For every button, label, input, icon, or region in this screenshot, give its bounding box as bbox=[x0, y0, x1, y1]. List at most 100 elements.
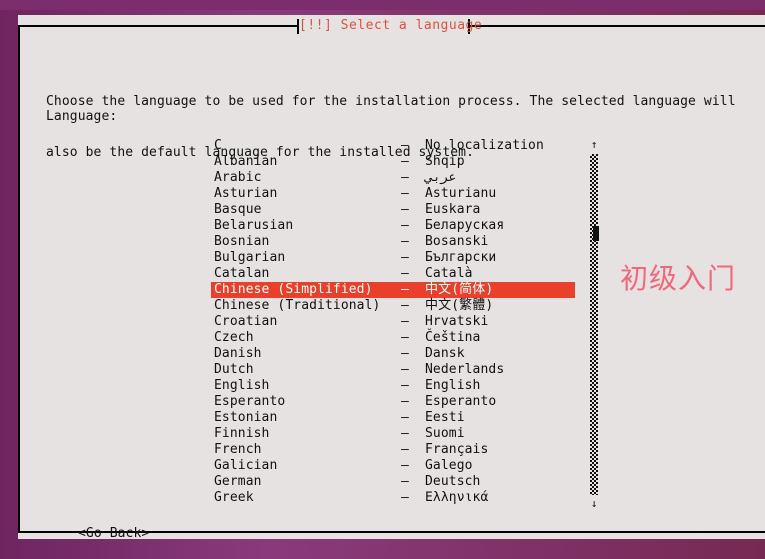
language-name-english: Albanian bbox=[214, 154, 278, 169]
language-separator: – bbox=[401, 266, 409, 281]
language-name-english: Greek bbox=[214, 490, 254, 505]
language-separator: – bbox=[401, 458, 409, 473]
language-name-english: Croatian bbox=[214, 314, 278, 329]
language-name-english: Bulgarian bbox=[214, 250, 286, 265]
language-name-native: English bbox=[425, 378, 481, 393]
language-name-english: Dutch bbox=[214, 362, 254, 377]
language-list-item[interactable]: Bosnian – Bosanski bbox=[211, 234, 575, 250]
language-separator: – bbox=[401, 378, 409, 393]
language-separator: – bbox=[401, 218, 409, 233]
language-list-item[interactable]: Galician – Galego bbox=[211, 458, 575, 474]
language-list-item[interactable]: Basque – Euskara bbox=[211, 202, 575, 218]
language-separator: – bbox=[401, 138, 409, 153]
language-list[interactable]: C – No localization Albanian – Shqip Arabic – عر… bbox=[211, 138, 575, 511]
language-name-native: Български bbox=[425, 250, 497, 265]
language-name-english: Finnish bbox=[214, 426, 270, 441]
dialog-title: [!!] Select a language bbox=[299, 18, 483, 33]
language-name-native: Hrvatski bbox=[425, 314, 489, 329]
language-name-native: Français bbox=[425, 442, 489, 457]
language-name-native: Asturianu bbox=[425, 186, 497, 201]
language-list-item[interactable]: Arabic – عربي bbox=[211, 170, 575, 186]
language-list-item[interactable]: Bulgarian – Български bbox=[211, 250, 575, 266]
language-field-label: Language: bbox=[46, 109, 118, 124]
language-separator: – bbox=[401, 314, 409, 329]
language-list-item[interactable]: Catalan – Català bbox=[211, 266, 575, 282]
language-name-native: Suomi bbox=[425, 426, 465, 441]
language-list-item[interactable]: Chinese (Traditional) – 中文(繁體) bbox=[211, 298, 575, 314]
scrollbar-track[interactable] bbox=[590, 154, 602, 495]
language-list-item[interactable]: Croatian – Hrvatski bbox=[211, 314, 575, 330]
language-list-item[interactable]: Esperanto – Esperanto bbox=[211, 394, 575, 410]
language-separator: – bbox=[401, 282, 409, 297]
dialog-border-top-right bbox=[470, 25, 765, 27]
language-separator: – bbox=[401, 490, 409, 505]
language-separator: – bbox=[401, 474, 409, 489]
language-name-english: Arabic bbox=[214, 170, 262, 185]
language-separator: – bbox=[401, 362, 409, 377]
scroll-down-arrow-icon[interactable]: ↓ bbox=[588, 497, 600, 511]
watermark-text: 初级入门 bbox=[620, 262, 737, 295]
language-name-english: Galician bbox=[214, 458, 278, 473]
language-list-item[interactable]: English – English bbox=[211, 378, 575, 394]
language-name-native: 中文(简体) bbox=[425, 282, 494, 297]
dialog-border-left bbox=[18, 25, 20, 533]
language-name-native: Dansk bbox=[425, 346, 465, 361]
language-name-native: Čeština bbox=[425, 330, 481, 345]
language-separator: – bbox=[401, 330, 409, 345]
language-name-english: Bosnian bbox=[214, 234, 270, 249]
language-name-english: Danish bbox=[214, 346, 262, 361]
language-separator: – bbox=[401, 170, 409, 185]
language-list-item[interactable]: Dutch – Nederlands bbox=[211, 362, 575, 378]
language-list-item[interactable]: German – Deutsch bbox=[211, 474, 575, 490]
language-name-native: Shqip bbox=[425, 154, 465, 169]
language-list-item[interactable]: Greek – Ελληνικά bbox=[211, 490, 575, 506]
language-name-english: Czech bbox=[214, 330, 254, 345]
language-list-item[interactable]: Belarusian – Беларуская bbox=[211, 218, 575, 234]
language-separator: – bbox=[401, 298, 409, 313]
language-separator: – bbox=[401, 250, 409, 265]
go-back-button[interactable]: <Go Back> bbox=[78, 526, 149, 542]
language-list-item[interactable]: Albanian – Shqip bbox=[211, 154, 575, 170]
language-list-scrollbar[interactable]: ↑ ↓ bbox=[588, 138, 602, 511]
language-name-native: No localization bbox=[425, 138, 544, 153]
language-name-native: Nederlands bbox=[425, 362, 505, 377]
scroll-up-arrow-icon[interactable]: ↑ bbox=[588, 138, 600, 152]
language-name-english: Belarusian bbox=[214, 218, 294, 233]
language-separator: – bbox=[401, 202, 409, 217]
language-name-english: Asturian bbox=[214, 186, 278, 201]
language-name-english: Esperanto bbox=[214, 394, 286, 409]
desktop-background: [!!] Select a language Choose the langua… bbox=[0, 0, 765, 559]
language-name-english: French bbox=[214, 442, 262, 457]
language-separator: – bbox=[401, 186, 409, 201]
language-separator: – bbox=[401, 426, 409, 441]
language-list-item[interactable]: Finnish – Suomi bbox=[211, 426, 575, 442]
language-list-item[interactable]: C – No localization bbox=[211, 138, 575, 154]
language-list-item[interactable]: Estonian – Eesti bbox=[211, 410, 575, 426]
language-separator: – bbox=[401, 410, 409, 425]
language-name-native: Eesti bbox=[425, 410, 465, 425]
language-name-native: Bosanski bbox=[425, 234, 489, 249]
scrollbar-thumb[interactable] bbox=[590, 222, 602, 245]
language-list-item[interactable]: Czech – Čeština bbox=[211, 330, 575, 346]
language-list-item[interactable]: Chinese (Simplified) – 中文(简体) bbox=[211, 282, 575, 298]
language-name-native: Беларуская bbox=[425, 218, 505, 233]
language-separator: – bbox=[401, 394, 409, 409]
language-separator: – bbox=[401, 442, 409, 457]
language-name-english: Estonian bbox=[214, 410, 278, 425]
dialog-border-top-left bbox=[18, 25, 297, 27]
dialog-description-line-1: Choose the language to be used for the i… bbox=[46, 94, 736, 109]
language-separator: – bbox=[401, 234, 409, 249]
language-name-english: Catalan bbox=[214, 266, 270, 281]
language-name-native: Galego bbox=[425, 458, 473, 473]
language-list-item[interactable]: French – Français bbox=[211, 442, 575, 458]
language-name-native: Esperanto bbox=[425, 394, 497, 409]
language-list-item[interactable]: Danish – Dansk bbox=[211, 346, 575, 362]
language-name-english: C bbox=[214, 138, 222, 153]
language-separator: – bbox=[401, 346, 409, 361]
language-name-english: German bbox=[214, 474, 262, 489]
language-name-native: Deutsch bbox=[425, 474, 481, 489]
language-name-english: English bbox=[214, 378, 270, 393]
language-name-native: Ελληνικά bbox=[425, 490, 489, 505]
language-list-item[interactable]: Asturian – Asturianu bbox=[211, 186, 575, 202]
language-separator: – bbox=[401, 154, 409, 169]
